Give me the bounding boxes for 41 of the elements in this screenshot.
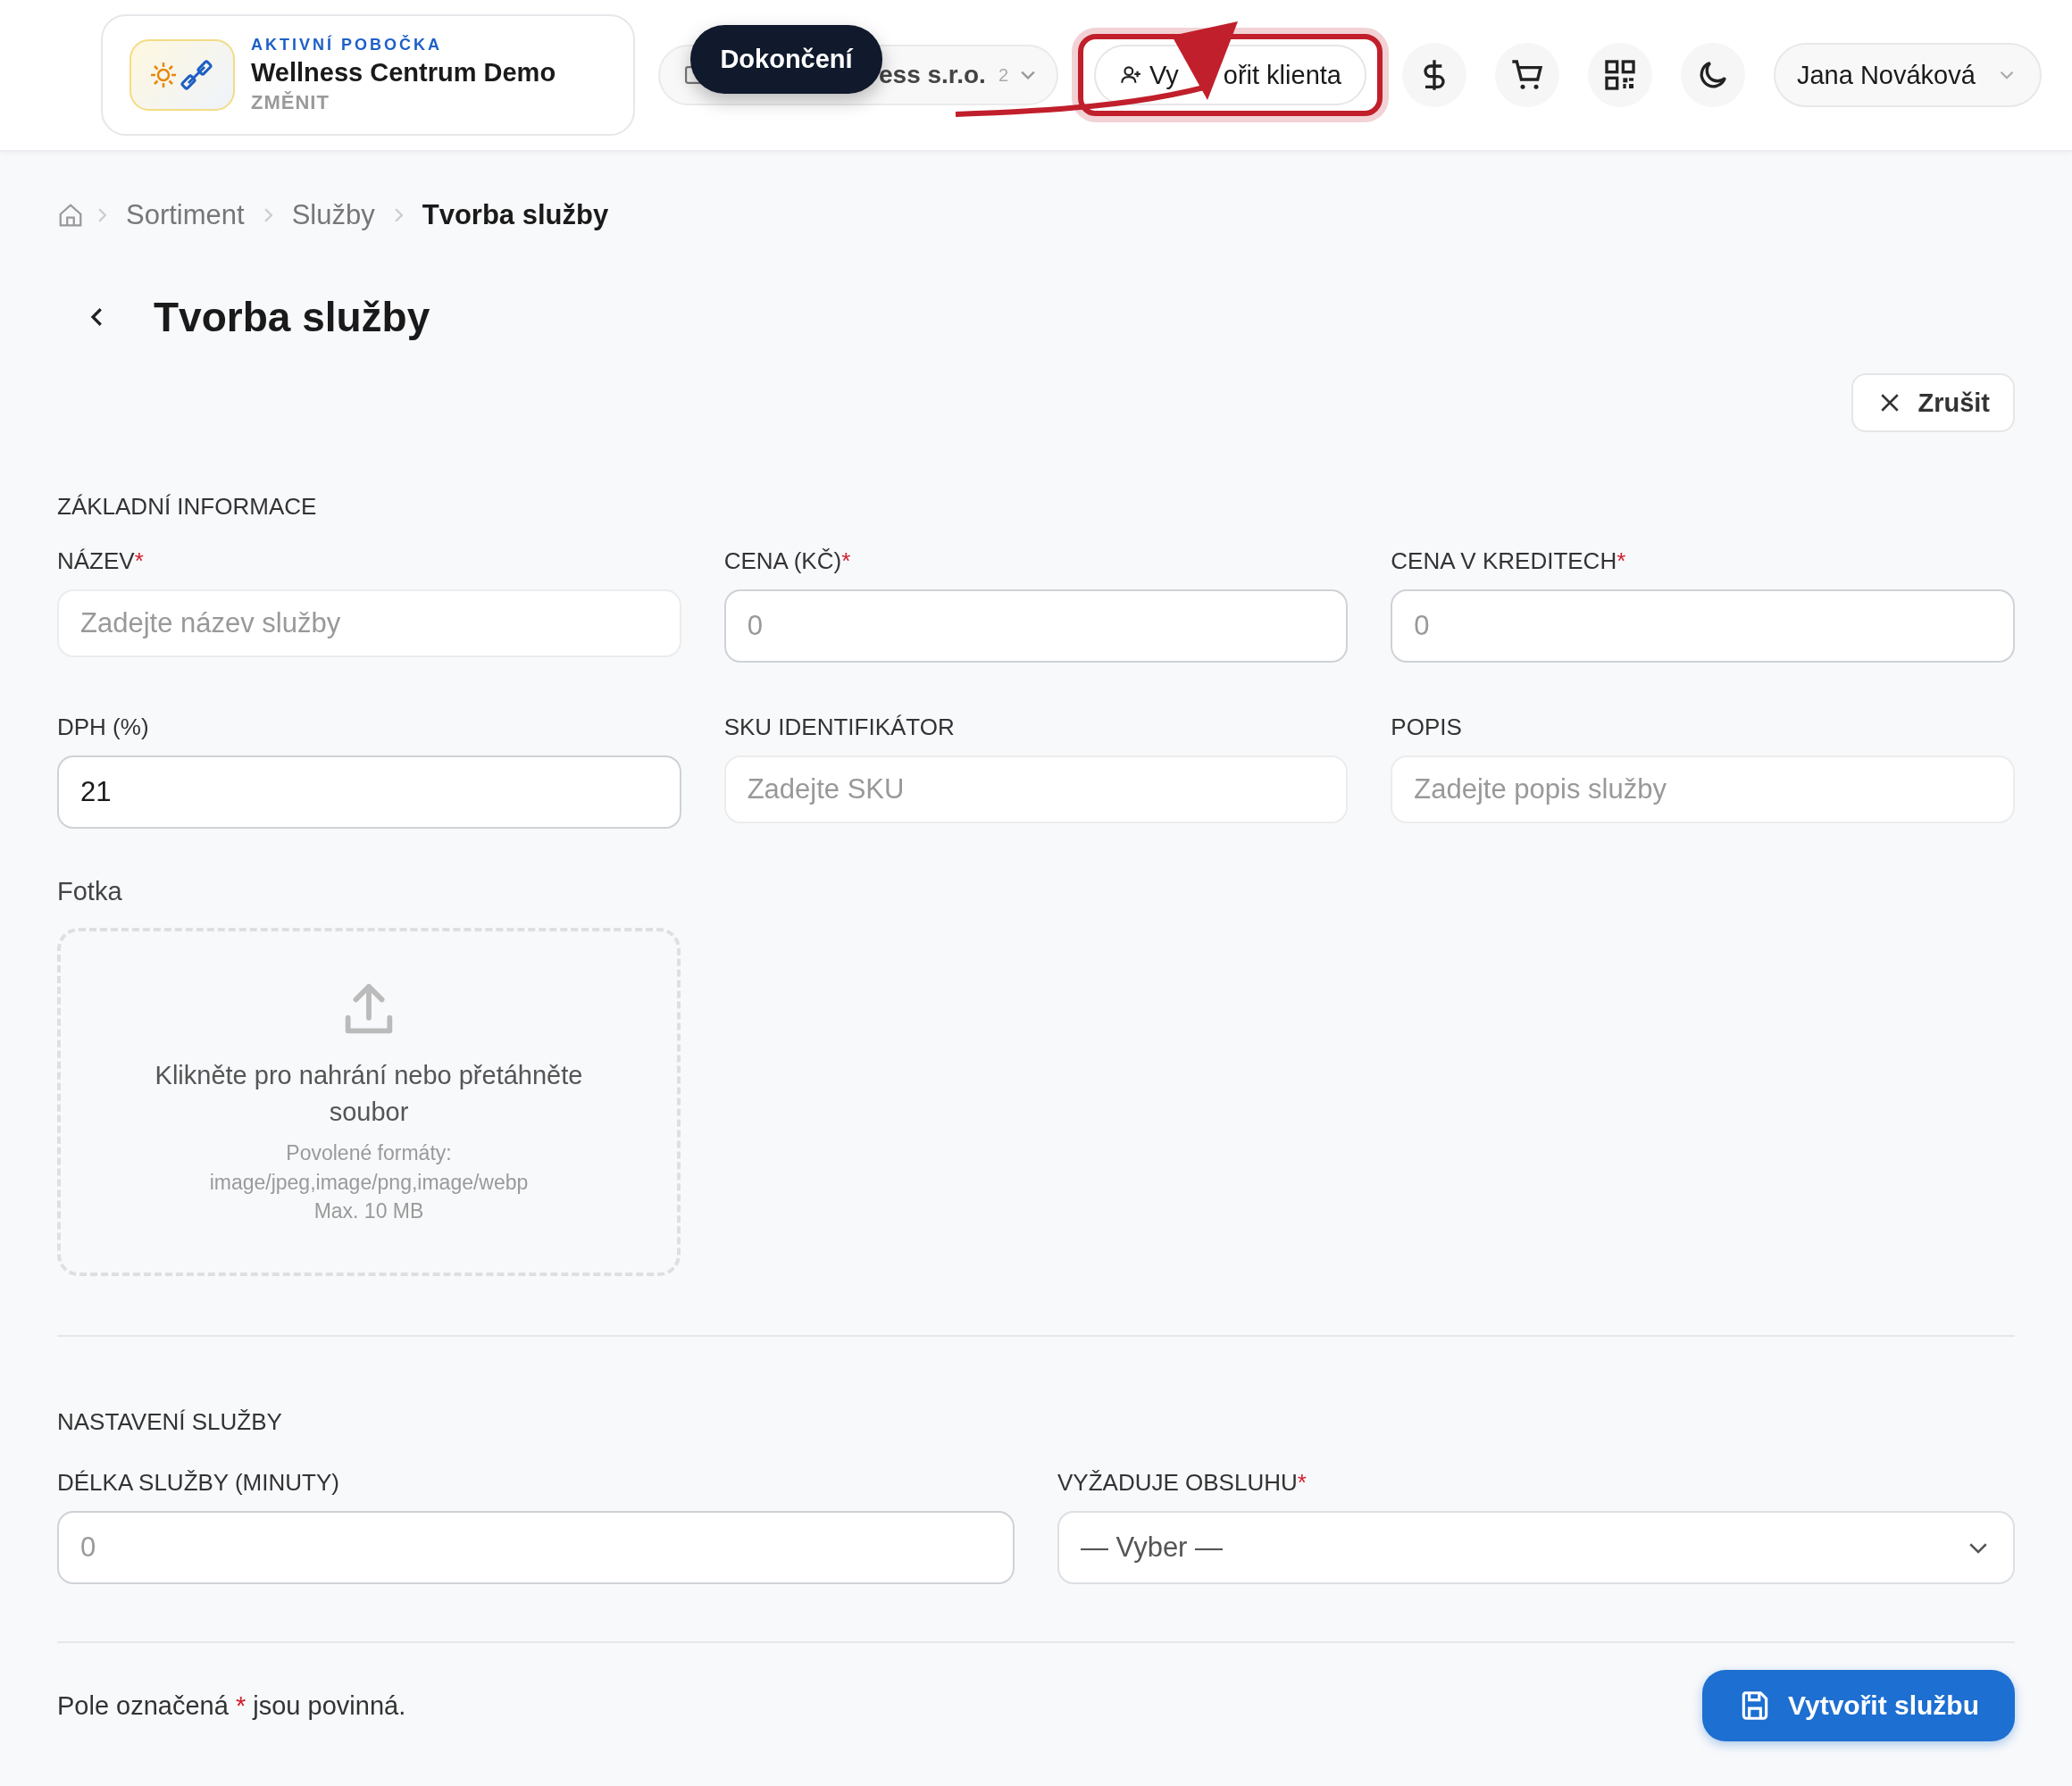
- section-heading: NASTAVENÍ SLUŽBY: [57, 1408, 283, 1436]
- input-field[interactable]: 0: [1391, 589, 2015, 663]
- chevron-down-icon: [1021, 71, 1035, 79]
- input-field[interactable]: Zadejte SKU: [723, 755, 1349, 823]
- chevron-right-icon: [98, 208, 106, 222]
- page-title: Tvorba služby: [154, 293, 430, 341]
- upload-dropzone[interactable]: Klikněte pro nahrání nebo přetáhněte soubor Povolené formáty: image/jpeg,image/png,image/webp Max. 10 MB: [57, 928, 681, 1276]
- chevron-right-icon: [394, 208, 403, 222]
- branch-name: Wellness Centrum Demo: [251, 58, 556, 88]
- field-label: NÁZEV*: [57, 547, 145, 575]
- input-field[interactable]: Zadejte název služby: [57, 589, 681, 657]
- select-field[interactable]: — Vyber —: [1057, 1511, 2015, 1584]
- input-field[interactable]: Zadejte popis služby: [1391, 755, 2015, 823]
- input-field[interactable]: 0: [57, 1511, 1015, 1584]
- field-label: DÉLKA SLUŽBY (MINUTY): [57, 1469, 340, 1497]
- breadcrumb-item: Tvorba služby: [422, 199, 609, 231]
- breadcrumb-item[interactable]: Služby: [291, 199, 375, 231]
- create-service-button[interactable]: Vytvořit službu: [1702, 1670, 2015, 1741]
- field-label: CENA V KREDITECH*: [1391, 547, 1627, 575]
- field-label: Fotka: [57, 877, 123, 906]
- input-field[interactable]: 21: [57, 755, 681, 829]
- field-label: DPH (%): [57, 714, 150, 741]
- formats-label: Povolené formáty:: [286, 1140, 452, 1167]
- field-label: VYŽADUJE OBSLUHU*: [1057, 1469, 1308, 1497]
- input-field[interactable]: 0: [723, 589, 1349, 663]
- chevron-right-icon: [263, 208, 272, 222]
- branch-caption: AKTIVNÍ POBOČKA: [251, 36, 443, 54]
- breadcrumb-item[interactable]: Sortiment: [126, 199, 245, 231]
- branch-logo-icon: [130, 39, 235, 111]
- max-size-text: Max. 10 MB: [313, 1198, 424, 1224]
- formats-text: image/jpeg,image/png,image/webp: [209, 1169, 529, 1196]
- required-note: Pole označená * jsou povinná.: [57, 1690, 406, 1721]
- user-menu[interactable]: Jana Nováková: [1773, 43, 2042, 107]
- branch-card[interactable]: AKTIVNÍ POBOČKA Wellness Centrum Demo ZMĚNIT: [101, 14, 635, 136]
- field-label: POPIS: [1391, 714, 1463, 741]
- upload-prompt: Klikněte pro nahrání nebo přetáhněte soubor: [154, 1060, 584, 1128]
- field-label: CENA (KČ)*: [723, 547, 852, 575]
- field-label: SKU IDENTIFIKÁTOR: [723, 714, 956, 741]
- home-icon[interactable]: [57, 202, 84, 229]
- cancel-button[interactable]: Zrušit: [1851, 373, 2015, 432]
- section-heading: ZÁKLADNÍ INFORMACE: [57, 493, 318, 521]
